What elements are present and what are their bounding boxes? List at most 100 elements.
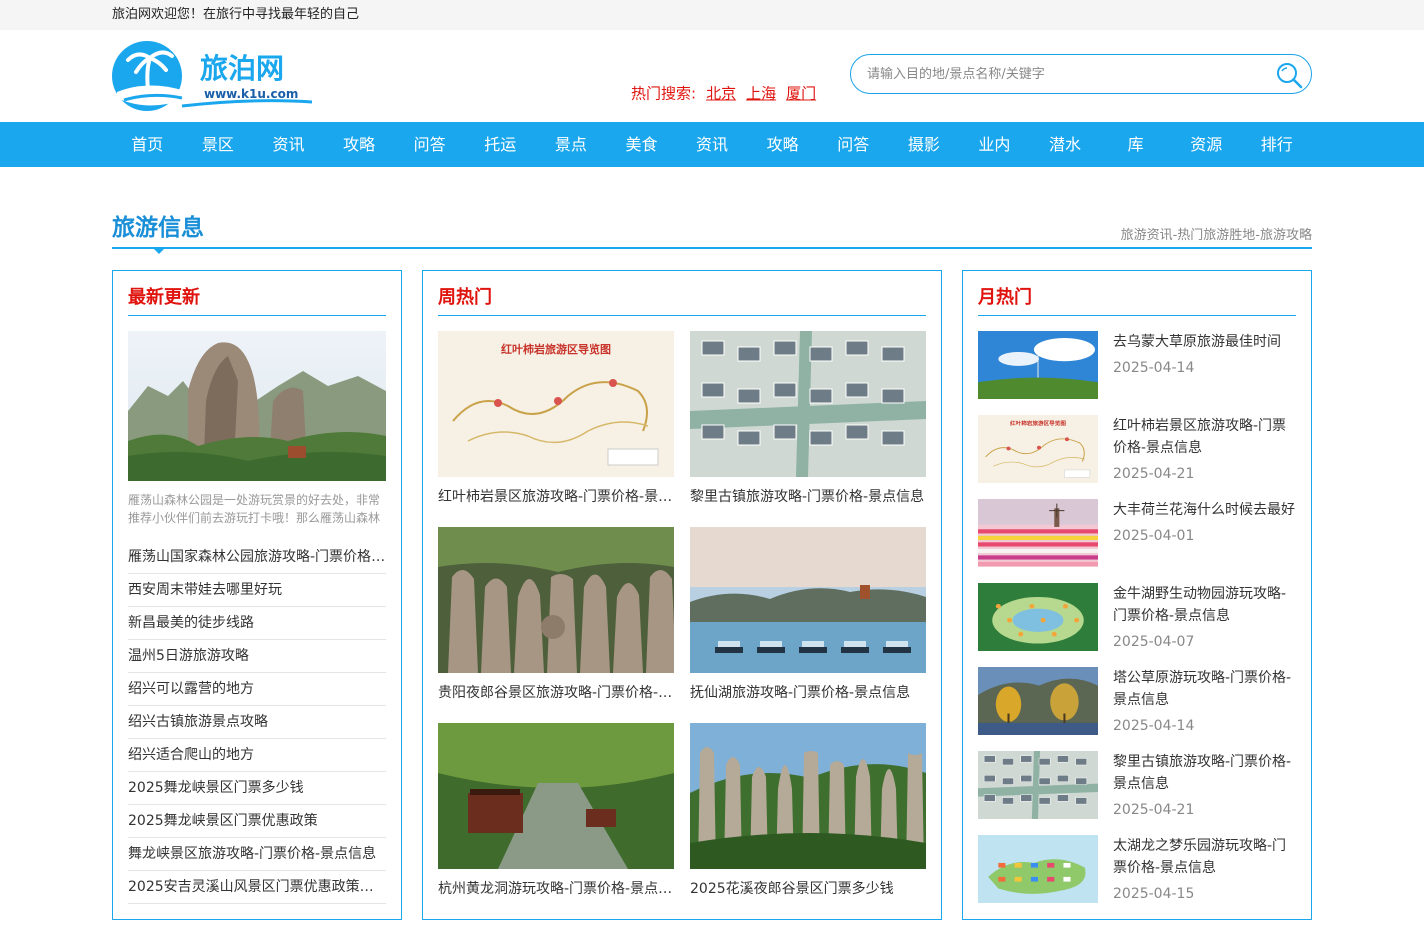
nav-item[interactable]: 问答: [818, 122, 889, 167]
item-title[interactable]: 红叶柿岩景区旅游攻略-门票价格-景点信息: [1113, 415, 1298, 459]
nav-item[interactable]: 业内: [959, 122, 1030, 167]
item-date: 2025-04-15: [1113, 886, 1195, 902]
nav-item[interactable]: 排行: [1242, 122, 1313, 167]
item-text: 去乌蒙大草原旅游最佳时间 2025-04-14: [1113, 331, 1298, 379]
nav-item[interactable]: 首页: [112, 122, 183, 167]
monthly-item[interactable]: 大丰荷兰花海什么时候去最好 2025-04-01: [978, 499, 1298, 569]
card-title[interactable]: 贵阳夜郎谷景区旅游攻略-门票价格-景点信息: [438, 682, 674, 702]
card-image[interactable]: [438, 527, 674, 673]
item-thumbnail[interactable]: [978, 667, 1098, 735]
card-image[interactable]: [690, 723, 926, 869]
monthly-title: 月热门: [978, 287, 1032, 308]
search-box: [850, 54, 1312, 94]
monthly-item[interactable]: 去乌蒙大草原旅游最佳时间 2025-04-14: [978, 331, 1298, 401]
card-title[interactable]: 黎里古镇旅游攻略-门票价格-景点信息: [690, 486, 926, 506]
item-text: 红叶柿岩景区旅游攻略-门票价格-景点信息 2025-04-21: [1113, 415, 1298, 485]
item-thumbnail[interactable]: 红叶柿岩旅游区导览图: [978, 415, 1098, 483]
nav-item[interactable]: 潜水: [1030, 122, 1101, 167]
nav-item[interactable]: 攻略: [324, 122, 395, 167]
featured-image[interactable]: [128, 331, 386, 481]
weekly-card[interactable]: 2025花溪夜郎谷景区门票多少钱: [690, 723, 926, 898]
section-subtitle: 旅游资讯-热门旅游胜地-旅游攻略: [1120, 228, 1312, 243]
latest-item[interactable]: 2025舞龙峡景区门票多少钱: [128, 772, 386, 805]
search-icon: [1277, 63, 1303, 89]
item-date: 2025-04-14: [1113, 718, 1195, 734]
weekly-card[interactable]: 黎里古镇旅游攻略-门票价格-景点信息: [690, 331, 926, 506]
item-title[interactable]: 塔公草原游玩攻略-门票价格-景点信息: [1113, 667, 1298, 711]
card-image[interactable]: 红叶柿岩旅游区导览图: [438, 331, 674, 477]
nav-item[interactable]: 资源: [1171, 122, 1242, 167]
search-button[interactable]: [1275, 61, 1303, 89]
card-title[interactable]: 红叶柿岩景区旅游攻略-门票价格-景点信息: [438, 486, 674, 506]
monthly-item[interactable]: 黎里古镇旅游攻略-门票价格-景点信息 2025-04-21: [978, 751, 1298, 821]
nav-item[interactable]: 资讯: [677, 122, 748, 167]
hot-search-link[interactable]: 北京: [706, 83, 736, 104]
card-image[interactable]: [690, 527, 926, 673]
section-title-marker: [152, 247, 166, 254]
monthly-item[interactable]: 金牛湖野生动物园游玩攻略-门票价格-景点信息 2025-04-07: [978, 583, 1298, 653]
section-header: 旅游信息 旅游资讯-热门旅游胜地-旅游攻略: [112, 206, 1312, 254]
item-date: 2025-04-14: [1113, 360, 1195, 376]
nav-item[interactable]: 托运: [465, 122, 536, 167]
map-title-text: 红叶柿岩旅游区导览图: [501, 342, 611, 356]
hot-search-link[interactable]: 上海: [746, 83, 776, 104]
header: 旅泊网 www.k1u.com 热门搜索: 北京 上海 厦门: [0, 30, 1424, 122]
nav-item[interactable]: 景区: [183, 122, 254, 167]
item-date: 2025-04-21: [1113, 466, 1195, 482]
nav-item[interactable]: 美食: [606, 122, 677, 167]
featured-description: 雁荡山森林公园是一处游玩赏景的好去处，非常推荐小伙伴们前去游玩打卡哦！那么雁荡山…: [128, 493, 381, 525]
latest-item[interactable]: 温州5日游旅游攻略: [128, 640, 386, 673]
item-text: 金牛湖野生动物园游玩攻略-门票价格-景点信息 2025-04-07: [1113, 583, 1298, 653]
card-title[interactable]: 杭州黄龙洞游玩攻略-门票价格-景点信息: [438, 878, 674, 898]
item-text: 太湖龙之梦乐园游玩攻略-门票价格-景点信息 2025-04-15: [1113, 835, 1298, 905]
item-text: 大丰荷兰花海什么时候去最好 2025-04-01: [1113, 499, 1298, 547]
item-thumbnail[interactable]: [978, 583, 1098, 651]
monthly-item[interactable]: 红叶柿岩旅游区导览图 红叶柿岩景区旅游攻略-门票价格-景点信息 2025-04-2…: [978, 415, 1298, 485]
monthly-item[interactable]: 太湖龙之梦乐园游玩攻略-门票价格-景点信息 2025-04-15: [978, 835, 1298, 905]
latest-item[interactable]: 绍兴可以露营的地方: [128, 673, 386, 706]
item-title[interactable]: 黎里古镇旅游攻略-门票价格-景点信息: [1113, 751, 1298, 795]
latest-title: 最新更新: [128, 287, 200, 308]
divider: [438, 315, 926, 316]
nav-item[interactable]: 摄影: [889, 122, 960, 167]
hot-search-link[interactable]: 厦门: [786, 83, 816, 104]
latest-item[interactable]: 舞龙峡景区旅游攻略-门票价格-景点信息: [128, 838, 386, 871]
item-text: 黎里古镇旅游攻略-门票价格-景点信息 2025-04-21: [1113, 751, 1298, 821]
latest-item[interactable]: 绍兴适合爬山的地方: [128, 739, 386, 772]
nav-item[interactable]: 景点: [536, 122, 607, 167]
nav-item[interactable]: 问答: [394, 122, 465, 167]
weekly-card[interactable]: 贵阳夜郎谷景区旅游攻略-门票价格-景点信息: [438, 527, 674, 702]
search-input[interactable]: [867, 55, 1267, 93]
divider: [128, 315, 386, 316]
site-logo[interactable]: 旅泊网 www.k1u.com: [112, 40, 322, 112]
nav-item[interactable]: 库: [1100, 122, 1171, 167]
item-thumbnail[interactable]: [978, 751, 1098, 819]
item-thumbnail[interactable]: [978, 331, 1098, 399]
latest-item[interactable]: 2025舞龙峡景区门票优惠政策: [128, 805, 386, 838]
nav-item[interactable]: 资讯: [253, 122, 324, 167]
latest-item[interactable]: 西安周末带娃去哪里好玩: [128, 574, 386, 607]
item-title[interactable]: 去乌蒙大草原旅游最佳时间: [1113, 331, 1298, 353]
latest-item[interactable]: 雁荡山国家森林公园旅游攻略-门票价格-景点信息: [128, 541, 386, 574]
latest-item[interactable]: 绍兴古镇旅游景点攻略: [128, 706, 386, 739]
card-image[interactable]: [438, 723, 674, 869]
nav-item[interactable]: 攻略: [747, 122, 818, 167]
card-image[interactable]: [690, 331, 926, 477]
monthly-item[interactable]: 塔公草原游玩攻略-门票价格-景点信息 2025-04-14: [978, 667, 1298, 737]
weekly-card[interactable]: 抚仙湖旅游攻略-门票价格-景点信息: [690, 527, 926, 702]
item-thumbnail[interactable]: [978, 835, 1098, 903]
weekly-card[interactable]: 红叶柿岩旅游区导览图 红叶柿岩景区旅游攻略-门票价格-景点信息: [438, 331, 674, 506]
item-title[interactable]: 太湖龙之梦乐园游玩攻略-门票价格-景点信息: [1113, 835, 1298, 879]
section-title: 旅游信息: [112, 215, 204, 241]
main-nav: 首页 景区 资讯 攻略 问答 托运 景点 美食 资讯 攻略 问答 摄影 业内 潜水库资源 排行: [0, 122, 1424, 167]
weekly-card[interactable]: 杭州黄龙洞游玩攻略-门票价格-景点信息: [438, 723, 674, 898]
latest-item[interactable]: 新昌最美的徒步线路: [128, 607, 386, 640]
latest-item[interactable]: 2025安吉灵溪山风景区门票优惠政策最新: [128, 871, 386, 904]
item-title[interactable]: 金牛湖野生动物园游玩攻略-门票价格-景点信息: [1113, 583, 1298, 627]
hot-search: 热门搜索: 北京 上海 厦门: [631, 83, 816, 104]
divider: [978, 315, 1296, 316]
item-thumbnail[interactable]: [978, 499, 1098, 567]
item-title[interactable]: 大丰荷兰花海什么时候去最好: [1113, 499, 1298, 521]
card-title[interactable]: 2025花溪夜郎谷景区门票多少钱: [690, 878, 926, 898]
card-title[interactable]: 抚仙湖旅游攻略-门票价格-景点信息: [690, 682, 926, 702]
